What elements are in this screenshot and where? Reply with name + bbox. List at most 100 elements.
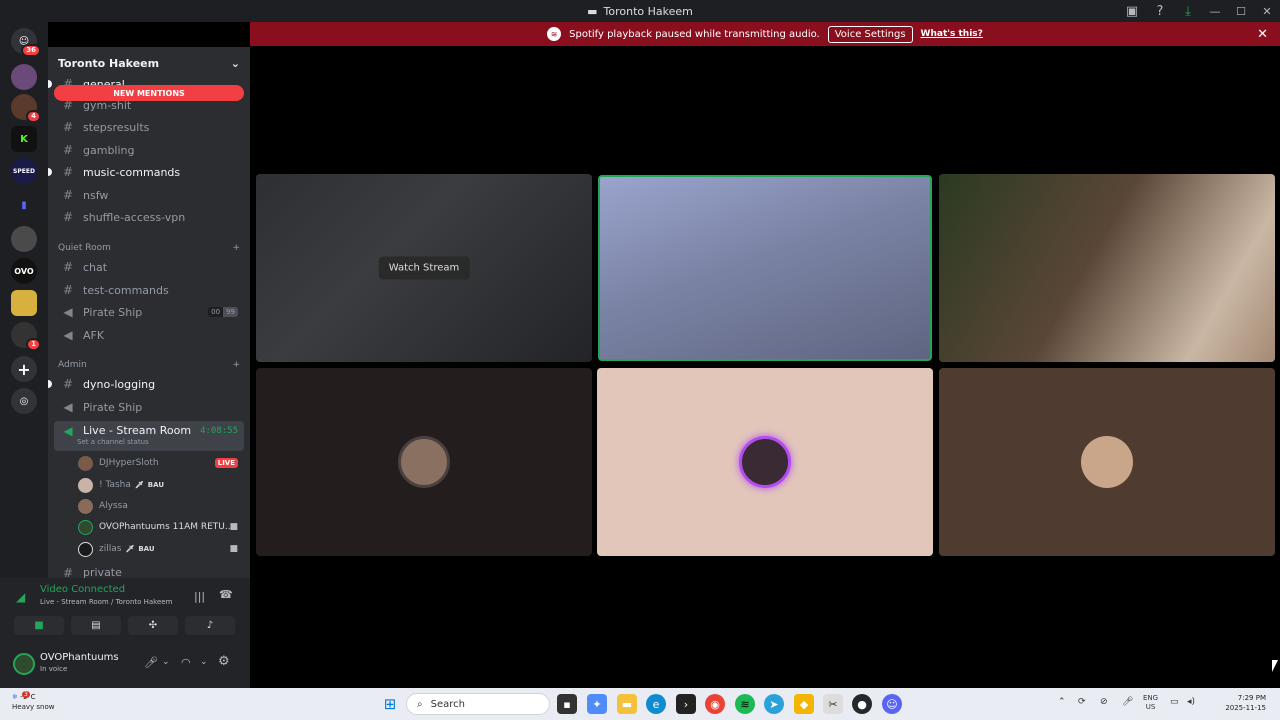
add-channel-icon[interactable]: + [232, 360, 240, 370]
server-speed[interactable]: SPEED [11, 158, 37, 184]
channel-music-commands[interactable]: # music-commands [48, 162, 244, 182]
server-icon[interactable]: 4 [11, 94, 41, 123]
chevron-down-icon[interactable]: ⌄ [200, 657, 208, 667]
video-tile-speaking[interactable] [598, 175, 932, 361]
discord-icon[interactable]: ☺ [882, 694, 902, 714]
voice-location[interactable]: Live - Stream Room / Toronto Hakeem [40, 598, 172, 606]
channel-name: chat [83, 260, 108, 274]
category-quiet-room[interactable]: Quiet Room + [54, 243, 244, 253]
inbox-icon[interactable]: ▣ [1122, 1, 1142, 21]
channel-status[interactable]: Set a channel status [77, 438, 149, 446]
edge-icon[interactable]: e [646, 694, 666, 714]
guild-tag: BAU [147, 481, 165, 489]
terminal-icon[interactable]: › [676, 694, 696, 714]
chevron-up-icon[interactable]: ⌃ [1058, 697, 1066, 707]
help-icon[interactable]: ? [1150, 1, 1170, 21]
voice-user-ovophantuums[interactable]: OVOPhantuums 11AM RETU... ■ [78, 517, 244, 537]
stream-tile-djhypersloth[interactable]: Watch Stream [256, 174, 592, 362]
channel-afk[interactable]: ◀ AFK [54, 325, 244, 345]
channel-nsfw[interactable]: # nsfw [54, 185, 244, 205]
voice-user-djhypersloth[interactable]: DJHyperSloth LIVE [78, 453, 244, 473]
close-icon[interactable]: ✕ [1257, 27, 1268, 42]
avatar[interactable] [13, 653, 35, 675]
discover-button[interactable]: ◎ [11, 388, 37, 414]
server-icon[interactable] [11, 290, 37, 316]
language-indicator[interactable]: ENG US [1143, 694, 1158, 712]
channel-private[interactable]: # private [54, 566, 244, 578]
voice-settings-button[interactable]: Voice Settings [827, 25, 913, 43]
weather-widget[interactable]: ❄ -1°C Heavy snow [12, 692, 54, 712]
noise-suppression-icon[interactable]: ||| [194, 590, 205, 603]
volume-icon[interactable]: ◂) [1187, 697, 1195, 707]
microphone-icon[interactable]: 🎤︎ [1122, 697, 1133, 707]
activities-button[interactable]: ✣ [128, 616, 178, 635]
channel-stepsresults[interactable]: # stepsresults [54, 117, 244, 137]
windows-start-icon[interactable]: ⊞ [380, 694, 400, 714]
server-ovo[interactable]: OVO [11, 258, 37, 284]
video-tile-webcam[interactable] [939, 174, 1275, 362]
voice-user-zillas[interactable]: zillas 🗡 BAU ■ [78, 539, 244, 559]
home-button[interactable]: ☺ 36 [11, 28, 41, 57]
app-icon[interactable]: ◆ [794, 694, 814, 714]
channel-live-stream-room[interactable]: ◀ Live - Stream Room 4:08:55 Set a channel … [54, 421, 244, 451]
gear-icon[interactable]: ⚙ [218, 654, 230, 669]
category-admin[interactable]: Admin + [54, 360, 244, 370]
avatar-tile-tasha[interactable] [597, 368, 933, 556]
voice-status[interactable]: Video Connected [40, 584, 125, 595]
disconnect-icon[interactable]: ☎ [219, 588, 233, 601]
file-explorer-icon[interactable]: ▬ [617, 694, 637, 714]
github-icon[interactable]: ● [852, 694, 872, 714]
channel-test-commands[interactable]: # test-commands [54, 280, 244, 300]
avatar-tile-zillas[interactable] [939, 368, 1275, 556]
spotify-icon: ≋ [547, 27, 562, 41]
microphone-icon[interactable]: 🎤︎ [144, 656, 158, 669]
server-icon[interactable] [11, 226, 37, 252]
camera-icon: ■ [229, 544, 238, 554]
server-folder[interactable]: ▮ [11, 192, 37, 218]
sync-icon[interactable]: ⟳ [1078, 697, 1086, 707]
add-channel-icon[interactable]: + [232, 243, 240, 253]
soundboard-button[interactable]: ♪ [185, 616, 235, 635]
taskbar-search[interactable]: ⌕ Search [406, 693, 550, 715]
voice-user-tasha[interactable]: ! Tasha 🗡 BAU [78, 475, 244, 495]
tag-icon: 🗡 [125, 545, 135, 553]
voice-timer: 4:08:55 [200, 426, 238, 436]
server-kick[interactable]: K [11, 126, 37, 152]
signal-icon[interactable]: ◢ [16, 590, 25, 604]
hash-icon: # [62, 377, 74, 391]
headphones-icon[interactable]: ◠ [181, 656, 191, 669]
avatar-tile-alyssa[interactable] [256, 368, 592, 556]
taskbar-clock[interactable]: 7:29 PM 2025-11-15 [1225, 693, 1266, 713]
server-icon[interactable]: 1 [11, 322, 41, 351]
channel-name: AFK [83, 328, 105, 342]
snipping-tool-icon[interactable]: ✂ [823, 694, 843, 714]
language-code: ENG [1143, 694, 1159, 702]
channel-chat[interactable]: # chat [54, 257, 244, 277]
voice-user-alyssa[interactable]: Alyssa [78, 496, 244, 516]
display-icon[interactable]: ▭ [1170, 697, 1179, 707]
chrome-icon[interactable]: ◉ [705, 694, 725, 714]
channel-gambling[interactable]: # gambling [54, 140, 244, 160]
camera-button[interactable]: ■ [14, 616, 64, 635]
task-view-icon[interactable]: ▪ [557, 694, 577, 714]
channel-dyno-logging[interactable]: # dyno-logging [48, 374, 244, 394]
close-window-button[interactable]: ✕ [1254, 0, 1280, 22]
channel-pirate-ship[interactable]: ◀ Pirate Ship 00 99 [54, 302, 244, 322]
download-icon[interactable]: ⤓ [1178, 1, 1198, 21]
copilot-icon[interactable]: ✦ [587, 694, 607, 714]
channel-pirate-ship-admin[interactable]: ◀ Pirate Ship [54, 397, 244, 417]
minimize-button[interactable]: — [1202, 0, 1228, 22]
maximize-button[interactable]: ☐ [1228, 0, 1254, 22]
server-icon[interactable] [11, 64, 37, 90]
network-off-icon[interactable]: ⊘ [1100, 697, 1108, 707]
telegram-icon[interactable]: ➤ [764, 694, 784, 714]
guild-header[interactable]: Toronto Hakeem ⌄ [48, 47, 250, 79]
screen-share-button[interactable]: ▤ [71, 616, 121, 635]
new-mentions-pill[interactable]: NEW MENTIONS [54, 85, 244, 101]
whats-this-link[interactable]: What's this? [921, 29, 983, 39]
chevron-down-icon[interactable]: ⌄ [162, 657, 170, 667]
channel-shuffle-access-vpn[interactable]: # shuffle-access-vpn [54, 207, 244, 227]
spotify-icon[interactable]: ≋ [735, 694, 755, 714]
watch-stream-button[interactable]: Watch Stream [378, 256, 470, 280]
add-server-button[interactable]: + [11, 356, 37, 382]
